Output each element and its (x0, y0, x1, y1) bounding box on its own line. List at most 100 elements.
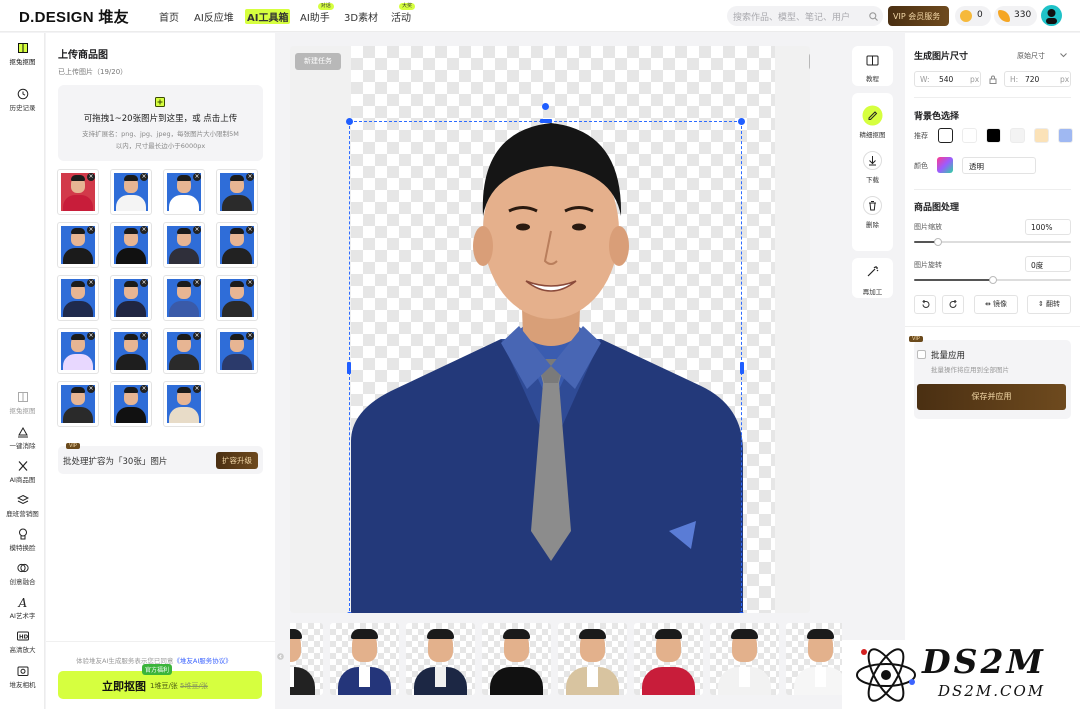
rail-camera[interactable]: 堆友相机 (0, 665, 45, 689)
nav-3d-assets[interactable]: 3D素材 (344, 9, 378, 24)
remove-thumbnail-icon[interactable]: × (140, 226, 148, 234)
nav-ai-toolbox[interactable]: AI工具箱 (245, 9, 291, 24)
uploaded-thumbnail[interactable]: × (216, 169, 258, 215)
resize-handle-top[interactable] (540, 119, 552, 123)
scale-slider-knob[interactable] (933, 238, 942, 246)
rotate-handle[interactable] (542, 103, 549, 110)
uploaded-thumbnail[interactable]: × (163, 222, 205, 268)
search-icon[interactable] (869, 12, 878, 21)
remove-thumbnail-icon[interactable]: × (246, 173, 254, 181)
result-thumbnail[interactable] (786, 623, 842, 695)
remove-thumbnail-icon[interactable]: × (246, 226, 254, 234)
remove-thumbnail-icon[interactable]: × (246, 279, 254, 287)
remove-thumbnail-icon[interactable]: × (87, 173, 95, 181)
bg-swatch[interactable] (962, 128, 977, 143)
scale-slider[interactable] (914, 238, 1071, 246)
uploaded-thumbnail[interactable]: × (163, 169, 205, 215)
nav-ai-assistant[interactable]: AI助手 对话 (300, 3, 334, 24)
remove-thumbnail-icon[interactable]: × (87, 385, 95, 393)
selection-box[interactable] (346, 103, 745, 613)
nav-ai-reactor[interactable]: AI反应堆 (194, 9, 234, 24)
upload-dropzone[interactable]: 可拖拽1~20张图片到这里，或 点击上传 支持扩展名：png、jpg、jpeg，… (58, 85, 263, 161)
nav-events[interactable]: 活动 大奖 (391, 3, 416, 24)
resize-handle-tr[interactable] (738, 118, 745, 125)
uploaded-thumbnail[interactable]: × (57, 381, 99, 427)
rail-model-swap[interactable]: 模特换脸 (0, 528, 45, 552)
bg-swatch[interactable] (1010, 128, 1025, 143)
mirror-button[interactable]: ⇹ 镜像 (974, 295, 1018, 314)
result-thumbnail[interactable] (558, 623, 627, 695)
uploaded-thumbnail[interactable]: × (110, 381, 152, 427)
resize-handle-br[interactable] (738, 612, 745, 613)
resize-handle-left[interactable] (347, 362, 351, 374)
uploaded-thumbnail[interactable]: × (110, 222, 152, 268)
coin-balance[interactable]: 0 (955, 6, 991, 26)
lock-ratio-icon[interactable] (989, 75, 997, 84)
remove-thumbnail-icon[interactable]: × (140, 173, 148, 181)
rotate-slider[interactable] (914, 276, 1071, 284)
rotate-left-button[interactable] (914, 295, 936, 314)
uploaded-thumbnail[interactable]: × (216, 222, 258, 268)
uploaded-thumbnail[interactable]: × (163, 328, 205, 374)
delete-button[interactable]: 删除 (852, 194, 893, 230)
resize-handle-bl[interactable] (346, 612, 353, 613)
vip-service-button[interactable]: VIP 会员服务 (888, 6, 949, 26)
remove-thumbnail-icon[interactable]: × (193, 173, 201, 181)
rotate-input[interactable]: 0度 (1025, 256, 1071, 272)
uploaded-thumbnail[interactable]: × (57, 275, 99, 321)
remove-thumbnail-icon[interactable]: × (140, 279, 148, 287)
rail-eraser[interactable]: 一键消除 (0, 426, 45, 450)
resize-handle-tl[interactable] (346, 118, 353, 125)
flip-button[interactable]: ⇕ 翻转 (1027, 295, 1071, 314)
rail-cutout-active[interactable]: 抠兔抠图 (0, 42, 45, 66)
tutorial-button[interactable]: 教程 (852, 46, 893, 86)
bg-swatch[interactable] (1034, 128, 1049, 143)
editor-canvas[interactable]: 新建任务 (290, 46, 810, 613)
compare-icon[interactable] (809, 53, 810, 70)
uploaded-thumbnail[interactable]: × (110, 275, 152, 321)
uploaded-thumbnail[interactable]: × (163, 275, 205, 321)
site-logo[interactable]: D.DESIGN 堆友 (19, 6, 129, 27)
remove-thumbnail-icon[interactable]: × (87, 279, 95, 287)
result-thumbnail[interactable] (290, 623, 323, 695)
upgrade-button[interactable]: 扩容升级 (216, 452, 258, 469)
rail-hd-upscale[interactable]: HD 高清放大 (0, 630, 45, 654)
result-thumbnail[interactable] (330, 623, 399, 695)
search-input[interactable]: 搜索作品、模型、笔记、用户 (727, 6, 883, 26)
nav-home[interactable]: 首页 (159, 9, 179, 24)
remove-thumbnail-icon[interactable]: × (87, 332, 95, 340)
resize-handle-right[interactable] (740, 362, 744, 374)
uploaded-thumbnail[interactable]: × (163, 381, 205, 427)
rail-cutout[interactable]: 抠兔抠图 (0, 391, 45, 415)
remove-thumbnail-icon[interactable]: × (193, 279, 201, 287)
color-picker-icon[interactable] (937, 157, 953, 173)
bg-color-input[interactable]: 透明 (962, 157, 1036, 174)
bg-swatch[interactable] (1058, 128, 1073, 143)
remove-thumbnail-icon[interactable]: × (140, 385, 148, 393)
rail-blend[interactable]: 创意融合 (0, 562, 45, 586)
uploaded-thumbnail[interactable]: × (110, 328, 152, 374)
result-thumbnail[interactable] (482, 623, 551, 695)
remove-thumbnail-icon[interactable]: × (193, 385, 201, 393)
rotate-slider-knob[interactable] (988, 276, 997, 284)
uploaded-thumbnail[interactable]: × (57, 328, 99, 374)
bg-swatch[interactable] (986, 128, 1001, 143)
uploaded-thumbnail[interactable]: × (57, 169, 99, 215)
rail-art-text[interactable]: A AI艺术字 (0, 596, 45, 620)
bg-swatch-selected[interactable] (938, 128, 953, 143)
uploaded-thumbnail[interactable]: × (216, 275, 258, 321)
scale-input[interactable]: 100% (1025, 219, 1071, 235)
batch-apply-checkbox[interactable] (917, 350, 926, 359)
credit-balance[interactable]: 330 (994, 6, 1037, 26)
user-avatar[interactable] (1041, 5, 1062, 26)
collapse-panel-icon[interactable] (277, 653, 284, 660)
remove-thumbnail-icon[interactable]: × (246, 332, 254, 340)
size-preset-select[interactable]: 原始尺寸 (1017, 51, 1045, 61)
rail-ai-product[interactable]: AI商品图 (0, 460, 45, 484)
reprocess-button[interactable]: 再加工 (852, 258, 893, 298)
height-field[interactable]: H: 720 px (1004, 71, 1071, 87)
new-task-button[interactable]: 新建任务 (295, 53, 341, 70)
rail-history[interactable]: 历史记录 (0, 88, 45, 112)
refine-cutout-button[interactable]: 精细抠图 (852, 101, 893, 141)
uploaded-thumbnail[interactable]: × (110, 169, 152, 215)
